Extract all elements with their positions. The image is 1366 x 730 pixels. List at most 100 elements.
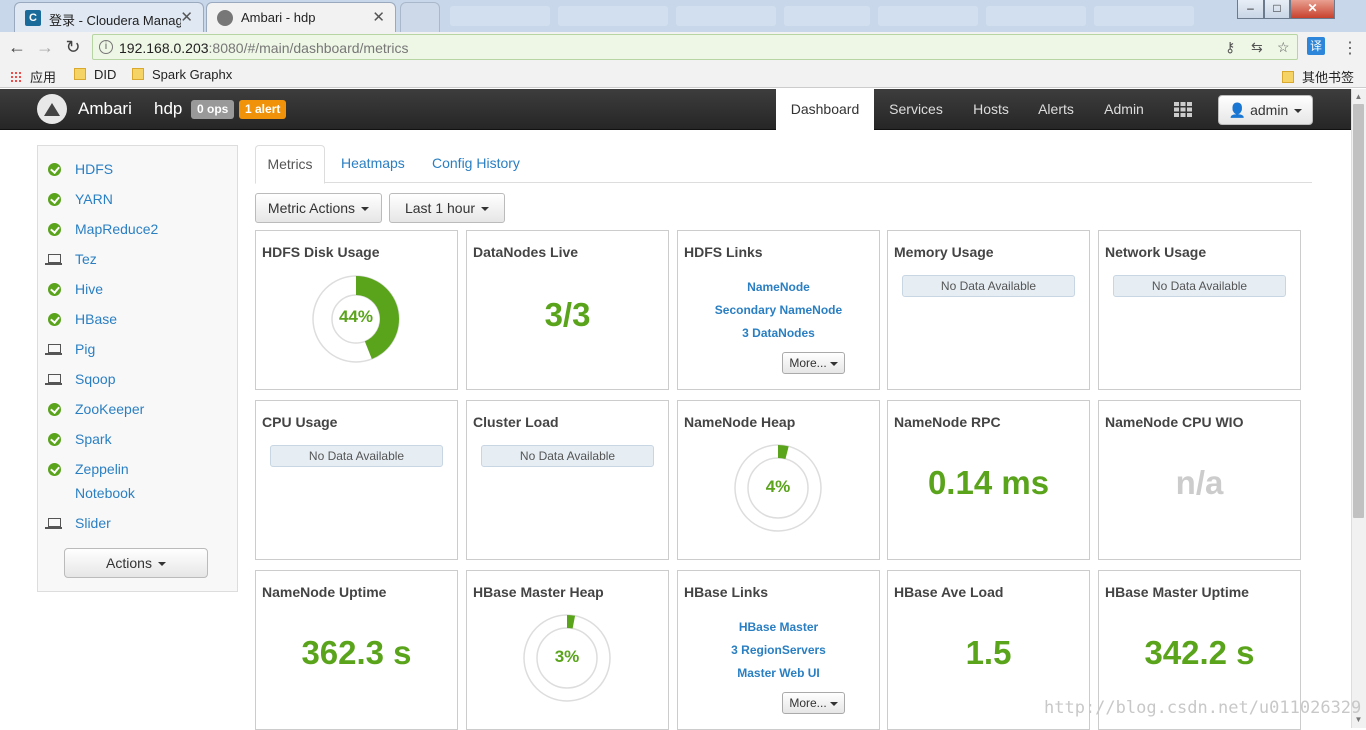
window-close-button[interactable]: ✕ (1290, 0, 1335, 19)
hbase-more-button[interactable]: More... (782, 692, 845, 714)
user-menu-button[interactable]: 👤 admin (1218, 95, 1313, 125)
widget-title: HBase Links (684, 584, 769, 600)
bookmark-did[interactable]: DID (74, 67, 116, 82)
tab-metrics[interactable]: Metrics (255, 145, 325, 184)
bookmark-star-icon[interactable]: ☆ (1277, 39, 1290, 56)
brand-name[interactable]: Ambari (78, 99, 132, 119)
link-datanodes[interactable]: 3 DataNodes (678, 326, 879, 340)
key-icon[interactable]: ⚷ (1225, 39, 1235, 56)
nav-services[interactable]: Services (874, 89, 958, 130)
bookmark-label: 其他书签 (1302, 70, 1355, 85)
nav-hosts[interactable]: Hosts (958, 89, 1024, 130)
widget-memory-usage[interactable]: Memory Usage No Data Available (887, 230, 1090, 390)
scroll-up-icon[interactable]: ▲ (1351, 90, 1366, 104)
service-label: YARN (75, 191, 113, 207)
widget-cluster-load[interactable]: Cluster Load No Data Available (466, 400, 669, 560)
address-bar[interactable]: i 192.168.0.203:8080/#/main/dashboard/me… (92, 34, 1298, 60)
widget-datanodes-live[interactable]: DataNodes Live 3/3 (466, 230, 669, 390)
views-grid-icon[interactable] (1174, 102, 1192, 117)
forward-arrow-icon[interactable]: → (34, 36, 56, 58)
browser-tab-ambari[interactable]: Ambari - hdp ✕ (206, 2, 396, 32)
back-arrow-icon[interactable]: ← (6, 36, 28, 58)
minimize-button[interactable]: – (1237, 0, 1264, 19)
namenode-uptime-value: 362.3 s (301, 634, 412, 671)
other-bookmarks[interactable]: 其他书签 (1282, 67, 1354, 86)
bookmark-label: 应用 (30, 70, 57, 85)
service-label: Sqoop (75, 371, 116, 387)
widget-hbase-master-heap[interactable]: HBase Master Heap 3% (466, 570, 669, 730)
widget-title: Network Usage (1105, 244, 1207, 260)
watermark: http://blog.csdn.net/u011026329 (1044, 698, 1362, 718)
caret-down-icon (157, 562, 166, 566)
tab-close-icon[interactable]: ✕ (372, 8, 385, 26)
status-ok-icon (48, 223, 61, 236)
link-regionservers[interactable]: 3 RegionServers (678, 643, 879, 657)
hdfs-disk-percent: 44% (338, 307, 374, 326)
widget-title: NameNode RPC (894, 414, 1001, 430)
time-range-button[interactable]: Last 1 hour (389, 193, 505, 223)
widget-namenode-rpc[interactable]: NameNode RPC 0.14 ms (887, 400, 1090, 560)
scrollbar-thumb[interactable] (1353, 104, 1364, 518)
widget-namenode-cpu-wio[interactable]: NameNode CPU WIO n/a (1098, 400, 1301, 560)
translate-icon[interactable]: ⇆ (1251, 39, 1263, 56)
tab-heatmaps[interactable]: Heatmaps (341, 145, 405, 183)
widget-title: HDFS Disk Usage (262, 244, 380, 260)
widget-hdfs-links[interactable]: HDFS Links NameNode Secondary NameNode 3… (677, 230, 880, 390)
tab-close-icon[interactable]: ✕ (180, 8, 193, 26)
status-ok-icon (48, 403, 61, 416)
link-secondary-namenode[interactable]: Secondary NameNode (678, 303, 879, 317)
browser-menu-icon[interactable]: ⋮ (1342, 38, 1358, 58)
new-tab-button[interactable] (400, 2, 440, 32)
widget-namenode-heap[interactable]: NameNode Heap 4% (677, 400, 880, 560)
actions-button[interactable]: Actions (64, 548, 208, 578)
no-data-message: No Data Available (1113, 275, 1286, 297)
client-only-icon (45, 374, 62, 385)
tab-config-history[interactable]: Config History (432, 145, 520, 183)
url-host: 192.168.0.203 (119, 40, 209, 56)
browser-tabbar: C 登录 - Cloudera Manag ✕ Ambari - hdp ✕ –… (0, 0, 1366, 32)
hdfs-more-button[interactable]: More... (782, 352, 845, 374)
ops-badge[interactable]: 0 ops (191, 100, 235, 119)
cluster-name[interactable]: hdp (154, 99, 182, 119)
link-namenode[interactable]: NameNode (678, 280, 879, 294)
status-ok-icon (48, 193, 61, 206)
nav-alerts[interactable]: Alerts (1024, 89, 1088, 130)
tab-title: Ambari - hdp (241, 10, 316, 25)
background-tab-blur (878, 6, 978, 26)
background-tab-blur (558, 6, 668, 26)
widget-title: DataNodes Live (473, 244, 579, 260)
translate-extension-icon[interactable]: 译 (1307, 37, 1325, 55)
no-data-message: No Data Available (481, 445, 654, 467)
bookmark-label: DID (94, 67, 117, 82)
maximize-button[interactable]: □ (1264, 0, 1290, 19)
caret-down-icon (361, 207, 370, 211)
more-label: More... (789, 356, 827, 370)
widget-title: NameNode Uptime (262, 584, 387, 600)
background-tab-blur (784, 6, 870, 26)
widget-network-usage[interactable]: Network Usage No Data Available (1098, 230, 1301, 390)
nav-admin[interactable]: Admin (1088, 89, 1160, 130)
background-tab-blur (1094, 6, 1194, 26)
metric-actions-button[interactable]: Metric Actions (255, 193, 382, 223)
bookmark-label: Spark Graphx (152, 67, 233, 82)
client-only-icon (45, 518, 62, 529)
bookmark-apps[interactable]: 应用 (10, 67, 56, 86)
nav-dashboard[interactable]: Dashboard (776, 89, 874, 130)
widget-title: NameNode CPU WIO (1105, 414, 1244, 430)
reload-icon[interactable]: ↻ (62, 36, 84, 58)
browser-tab-cloudera[interactable]: C 登录 - Cloudera Manag ✕ (14, 2, 204, 32)
alert-badge[interactable]: 1 alert (239, 100, 287, 119)
link-hbase-master[interactable]: HBase Master (678, 620, 879, 634)
widget-hdfs-disk-usage[interactable]: HDFS Disk Usage 44% (255, 230, 458, 390)
widget-hbase-links[interactable]: HBase Links HBase Master 3 RegionServers… (677, 570, 880, 730)
page-info-icon[interactable]: i (99, 40, 113, 54)
caret-down-icon (829, 702, 838, 706)
widget-cpu-usage[interactable]: CPU Usage No Data Available (255, 400, 458, 560)
bookmark-spark-graphx[interactable]: Spark Graphx (132, 67, 232, 82)
url-text: 192.168.0.203:8080/#/main/dashboard/metr… (119, 40, 409, 56)
service-label: Spark (75, 431, 112, 447)
widget-namenode-uptime[interactable]: NameNode Uptime 362.3 s (255, 570, 458, 730)
link-master-web-ui[interactable]: Master Web UI (678, 666, 879, 680)
ambari-logo-icon[interactable] (37, 94, 67, 124)
service-label: Zeppelin (75, 461, 129, 477)
